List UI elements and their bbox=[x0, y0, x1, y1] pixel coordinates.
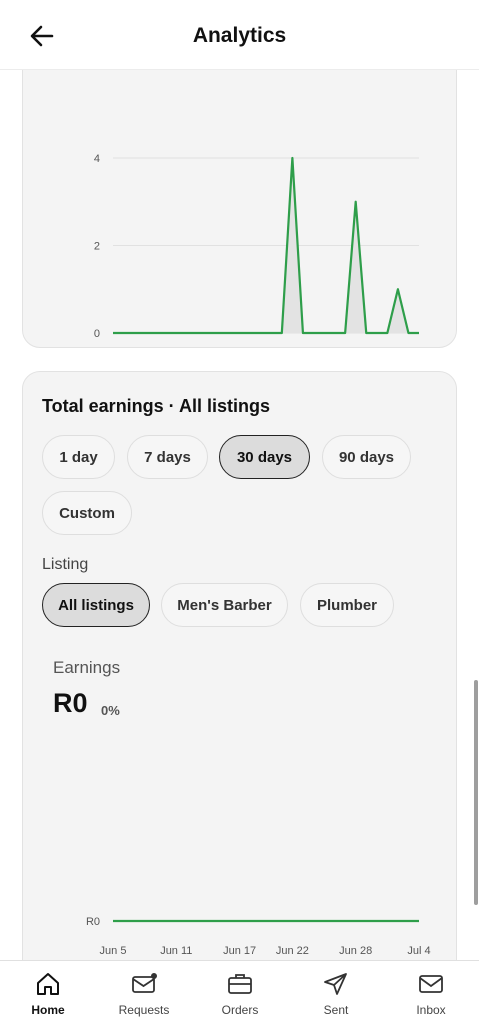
y-tick-label: 2 bbox=[94, 241, 100, 253]
x-tick-label: Jun 5 bbox=[100, 945, 127, 957]
orders-icon bbox=[228, 974, 252, 994]
nav-requests[interactable]: Requests bbox=[96, 961, 192, 1024]
requests-area-chart: 024Jun 5Jun 11Jun 17Jun 22Jun 28Jul 4 bbox=[94, 153, 420, 340]
requests-icon bbox=[132, 973, 157, 993]
nav-requests-label: Requests bbox=[118, 1003, 170, 1017]
scrollbar[interactable] bbox=[474, 680, 478, 905]
nav-inbox[interactable]: Inbox bbox=[383, 961, 479, 1024]
y-tick-label: R0 bbox=[86, 916, 100, 928]
page-title: Analytics bbox=[192, 24, 287, 47]
nav-home[interactable]: Home bbox=[0, 961, 96, 1024]
earnings-card: Total earnings · All listings 1 day 7 da… bbox=[22, 371, 457, 960]
x-tick-label: Jun 22 bbox=[276, 945, 309, 957]
x-tick-label: Jun 17 bbox=[223, 945, 256, 957]
nav-inbox-label: Inbox bbox=[416, 1003, 446, 1017]
nav-orders[interactable]: Orders bbox=[192, 961, 288, 1024]
y-tick-label: 4 bbox=[94, 153, 100, 165]
x-tick-label: Jun 28 bbox=[339, 945, 372, 957]
earnings-line-chart: R0 Jun 5 Jun 11 Jun 17 Jun 22 Jun 28 Jul 4 bbox=[86, 916, 431, 957]
requests-chart-card: 024Jun 5Jun 11Jun 17Jun 22Jun 28Jul 4 bbox=[22, 70, 457, 348]
send-icon bbox=[324, 973, 347, 995]
x-tick-label: Jun 11 bbox=[160, 945, 192, 957]
home-icon bbox=[37, 973, 59, 995]
bottom-navigation: Home Requests Orders Sent Inbox bbox=[0, 960, 479, 1024]
top-app-bar: Analytics bbox=[0, 0, 479, 70]
y-tick-label: 0 bbox=[94, 328, 100, 340]
x-tick-label: Jul 4 bbox=[407, 945, 430, 957]
nav-orders-label: Orders bbox=[221, 1003, 259, 1017]
inbox-icon bbox=[419, 975, 443, 993]
nav-sent-label: Sent bbox=[323, 1003, 349, 1017]
analytics-content[interactable]: 0 2 4 Jun 5 Jun 11 Jun 17 Jun 22 Jun 28 Jul 4 To… bbox=[0, 70, 479, 960]
nav-home-label: Home bbox=[31, 1003, 65, 1017]
nav-sent[interactable]: Sent bbox=[288, 961, 384, 1024]
